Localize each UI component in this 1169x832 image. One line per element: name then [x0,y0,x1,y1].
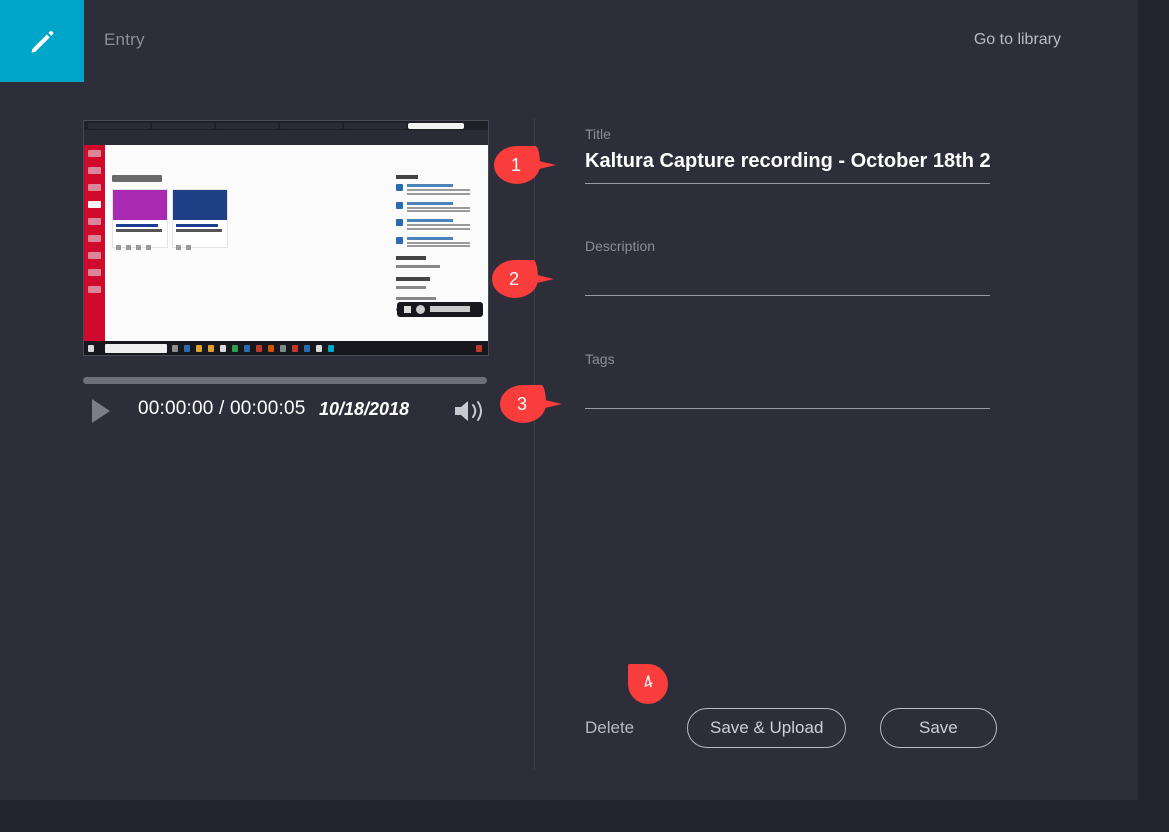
description-label: Description [585,238,656,254]
page-title: Entry [104,30,145,49]
thumb-card [112,189,168,250]
save-and-upload-button[interactable]: Save & Upload [687,708,847,748]
callout-marker-4: 4 [626,662,680,706]
recording-date: 10/18/2018 [319,399,410,419]
footer-band [0,800,1169,832]
title-label: Title [585,126,611,142]
title-field: Title [585,126,990,184]
thumb-bookmarks-bar [84,138,488,145]
thumb-card [172,189,228,250]
delete-button[interactable]: Delete [585,718,634,738]
callout-number: 1 [510,155,521,175]
save-button[interactable]: Save [880,708,997,748]
callout-marker-2: 2 [492,260,554,298]
pencil-icon [27,26,57,56]
callout-number: 2 [508,269,519,289]
header-bar: Entry Go to library [0,0,1138,82]
edit-entry-tile[interactable] [0,0,84,82]
thumb-recorder-toolbar [397,302,483,317]
thumb-right-panel [396,175,484,316]
callout-marker-1: 1 [494,146,556,184]
action-bar: Delete Save & Upload Save [585,708,997,748]
tags-label: Tags [585,351,615,367]
go-to-library-link[interactable]: Go to library [974,31,1061,49]
app-surface: Entry Go to library 00:00:00 / 00:00:05 … [0,0,1138,800]
callout-marker-3: 3 [500,385,562,423]
thumb-browser-toolbar [84,130,488,138]
title-input[interactable] [585,148,990,184]
thumb-app-sidebar [84,145,105,341]
callout-number: 3 [516,394,527,414]
tags-field: Tags [585,351,990,409]
right-gutter [1138,0,1169,800]
volume-icon[interactable] [451,396,489,426]
tags-input[interactable] [585,373,990,409]
play-icon[interactable] [90,398,112,424]
description-field: Description [585,238,990,296]
thumb-windows-taskbar [84,341,488,355]
video-preview-thumbnail[interactable] [83,120,489,356]
column-divider [534,118,535,770]
video-scrubber[interactable] [83,377,487,384]
callout-number: 4 [639,671,657,694]
thumb-page-body [84,145,488,341]
thumb-browser-tabstrip [84,121,488,130]
time-display: 00:00:00 / 00:00:05 [138,398,306,419]
description-input[interactable] [585,260,990,296]
